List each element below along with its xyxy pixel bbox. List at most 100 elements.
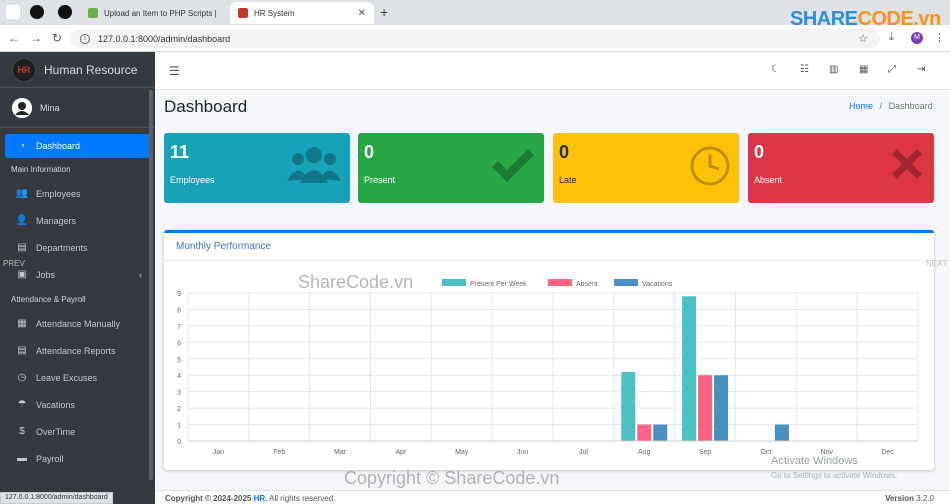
bar (621, 371, 636, 441)
github-icon[interactable] (58, 5, 72, 19)
stat-label: Late (559, 175, 577, 185)
monthly-performance-chart: Present Per Week Absent Vacations 0 1 2 3 4 5 6 7 8… (177, 279, 919, 456)
forward-icon[interactable]: → (30, 31, 42, 45)
browser-tab-1[interactable]: Upload an Item to PHP Scripts | (80, 2, 228, 24)
late-stat-box[interactable]: 0 Late (553, 133, 739, 203)
y-tick-label: 7 (177, 324, 181, 331)
present-stat-box[interactable]: 0 Present (358, 133, 544, 203)
tab-label: HR System (254, 8, 295, 18)
stat-label: Employees (170, 175, 215, 185)
chart-icon[interactable]: ▥ (829, 64, 838, 75)
stat-value: 11 (170, 142, 190, 162)
calendar-icon[interactable]: ▦ (859, 64, 868, 75)
building-icon: ▤ (17, 242, 27, 253)
stat-value: 0 (364, 142, 375, 162)
x-tick-label: Jul (579, 449, 588, 456)
list-icon[interactable]: ☷ (800, 64, 809, 75)
y-tick-label: 8 (177, 307, 181, 314)
legend-swatch (442, 279, 466, 286)
x-tick-label: Oct (760, 449, 771, 456)
fullscreen-icon[interactable]: ⤢ (888, 64, 896, 75)
stat-label: Absent (754, 175, 783, 185)
y-tick-label: 4 (177, 373, 181, 380)
browser-tab-2[interactable]: HR System ✕ (230, 2, 374, 24)
briefcase-icon: ▣ (17, 269, 27, 280)
y-tick-label: 6 (177, 340, 181, 347)
status-url: 127.0.0.1:8000/admin/dashboard (0, 492, 113, 504)
chevron-left-icon: ‹ (139, 269, 142, 280)
close-icon[interactable]: ✕ (358, 8, 366, 19)
user-avatar-icon (12, 97, 32, 118)
footer-version: Version 3.2.0 (885, 494, 934, 503)
next-label: NEXT (926, 259, 948, 268)
calendar-icon: ▦ (17, 318, 27, 329)
site-info-icon[interactable]: i (80, 33, 90, 44)
logout-icon[interactable]: ⇥ (917, 64, 925, 75)
check-icon (490, 145, 536, 195)
prev-label: PREV (3, 259, 25, 268)
x-tick-label: Aug (638, 449, 651, 456)
download-icon[interactable]: ⤓ (889, 31, 894, 44)
footer-copyright: Copyright © 2024-2025 (165, 494, 252, 503)
envato-icon (88, 8, 98, 18)
sidebar-item-label: Attendance Reports (36, 345, 116, 356)
sidebar-item-label: Employees (36, 188, 81, 199)
employees-stat-box[interactable]: 11 Employees (164, 133, 350, 203)
breadcrumb-home[interactable]: Home (849, 101, 873, 111)
sidebar-item-label: Departments (36, 242, 88, 253)
browser-menu-icon[interactable] (6, 5, 20, 19)
breadcrumb-separator: / (879, 101, 883, 111)
user-icon: 👤 (15, 215, 29, 226)
bookmark-star-icon[interactable]: ☆ (858, 32, 868, 45)
y-tick-label: 0 (177, 439, 181, 446)
new-tab-icon[interactable]: + (380, 4, 388, 20)
nav-header: Main Information (11, 164, 71, 174)
brand-logo: HR (12, 57, 36, 82)
absent-stat-box[interactable]: 0 Absent (748, 133, 934, 203)
sidebar-item-departments[interactable]: ▤ Departments (5, 234, 150, 261)
sidebar-item-jobs[interactable]: ▣ Jobs ‹ (5, 261, 150, 288)
sidebar-item-payroll[interactable]: ▬ Payroll (5, 445, 150, 472)
sidebar-item-dashboard[interactable]: ◔ Dashboard (5, 134, 150, 158)
sidebar-item-label: Leave Excuses (36, 372, 98, 383)
x-tick-label: Dec (881, 449, 894, 456)
moon-icon[interactable]: ☾ (771, 64, 780, 75)
copyright-watermark: Copyright © ShareCode.vn (344, 468, 560, 488)
legend-swatch (548, 279, 572, 286)
bar (637, 424, 652, 441)
back-icon[interactable]: ← (8, 31, 20, 45)
url-input[interactable]: i 127.0.0.1:8000/admin/dashboard ☆ (70, 29, 880, 48)
breadcrumb: Home / Dashboard (849, 101, 933, 111)
umbrella-icon: ☂ (17, 399, 27, 410)
stat-value: 0 (754, 142, 765, 162)
browser-tab-bar: Upload an Item to PHP Scripts | HR Syste… (0, 0, 950, 30)
app-icon[interactable] (30, 5, 44, 19)
sidebar-item-attendance-reports[interactable]: ▤ Attendance Reports (5, 337, 150, 364)
sidebar-item-vacations[interactable]: ☂ Vacations (5, 391, 150, 418)
footer-brand-link[interactable]: HR. (254, 494, 268, 503)
sidebar-item-overtime[interactable]: $ OverTime (5, 418, 150, 445)
menu-dots-icon[interactable]: ⋮ (934, 31, 945, 44)
y-tick-label: 3 (177, 390, 181, 397)
x-tick-label: Sep (699, 449, 712, 456)
sidebar-item-managers[interactable]: 👤 Managers (5, 207, 150, 234)
brand-link[interactable]: HR Human Resource (0, 52, 155, 88)
footer-rights: All rights reserved. (269, 494, 336, 503)
user-panel[interactable]: Mina (0, 88, 155, 128)
sidebar-item-leave-excuses[interactable]: ◷ Leave Excuses (5, 364, 150, 391)
address-bar: ← → ↻ i 127.0.0.1:8000/admin/dashboard ☆… (0, 25, 950, 52)
y-tick-label: 5 (177, 357, 181, 364)
legend-swatch (614, 279, 638, 286)
sidebar-item-attendance-manually[interactable]: ▦ Attendance Manually (5, 310, 150, 337)
hr-favicon-icon (238, 8, 248, 18)
reload-icon[interactable]: ↻ (52, 31, 62, 45)
sidebar-item-employees[interactable]: 👥 Employees (5, 180, 150, 207)
sidebar-scrollbar[interactable] (149, 90, 153, 480)
windows-activate-subtitle: Go to Settings to activate Windows. (771, 471, 898, 480)
sidebar-item-label: OverTime (36, 426, 76, 437)
top-navbar: ☰ ☾ ☷ ▥ ▦ ⤢ ⇥ (155, 52, 950, 90)
bar (698, 375, 713, 441)
y-tick-label: 1 (177, 423, 181, 430)
hamburger-icon[interactable]: ☰ (169, 64, 180, 78)
profile-avatar[interactable]: M (911, 32, 923, 44)
